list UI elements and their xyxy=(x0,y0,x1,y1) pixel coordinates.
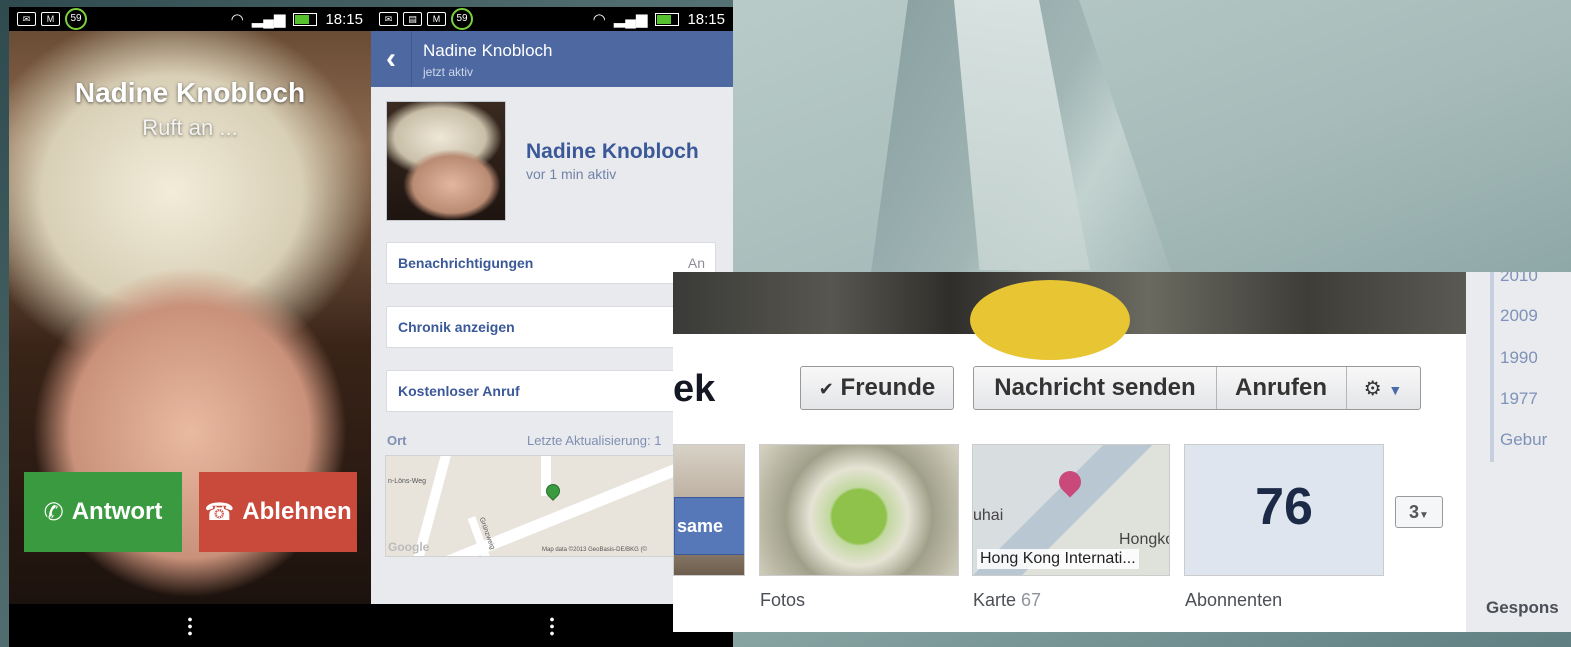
status-bar: ✉ ▤ M 59 ◠ ▂▄▆ 18:15 xyxy=(371,7,733,31)
map-caption-label: Karte xyxy=(973,590,1017,610)
wifi-icon: ◠ xyxy=(230,11,244,28)
decline-button[interactable]: ☎ Ablehnen xyxy=(199,472,357,552)
check-icon: ✔ xyxy=(818,379,834,399)
mail-icon: M xyxy=(427,12,446,26)
photos-thumbnail[interactable] xyxy=(759,444,959,576)
more-apps-button[interactable]: 3▼ xyxy=(1395,496,1443,528)
map-place-left: uhai xyxy=(973,507,1004,524)
profile-name: Nadine Knobloch xyxy=(526,140,699,163)
row-label: Benachrichtigungen xyxy=(398,255,534,271)
notification-icon: ✉ xyxy=(379,12,398,26)
battery-badge: 59 xyxy=(451,8,473,30)
caller-name: Nadine Knobloch xyxy=(74,77,306,108)
map-caption[interactable]: Karte 67 xyxy=(973,590,1041,611)
settings-dropdown[interactable]: ⚙ ▼ xyxy=(1346,367,1420,409)
chevron-down-icon: ▼ xyxy=(1388,382,1403,398)
people-thumbnail[interactable]: same xyxy=(673,444,745,576)
notifications-row[interactable]: Benachrichtigungen An xyxy=(386,242,716,284)
notification-icon: ✉ xyxy=(17,12,36,26)
map-credit: Map data ©2013 GeoBasis-DE/BKG (© xyxy=(542,547,647,553)
send-message-button[interactable]: Nachricht senden xyxy=(974,367,1217,409)
year-link[interactable]: 2009 xyxy=(1500,306,1538,326)
clock: 18:15 xyxy=(687,10,725,28)
battery-icon xyxy=(293,12,318,26)
google-logo: Google xyxy=(388,540,430,554)
answer-label: Antwort xyxy=(71,498,163,525)
gear-icon: ⚙ xyxy=(1363,378,1382,400)
cover-yellow-object xyxy=(970,280,1130,360)
decline-label: Ablehnen xyxy=(242,498,352,525)
call-label: Anrufen xyxy=(1235,374,1327,401)
facebook-profile-panel: ek ✔ Freunde Nachricht senden Anrufen ⚙ … xyxy=(673,272,1466,632)
phone-icon: ✆ xyxy=(43,498,64,526)
battery-icon xyxy=(655,12,680,26)
answer-button[interactable]: ✆ Antwort xyxy=(24,472,182,552)
year-link[interactable]: 1977 xyxy=(1500,389,1538,409)
timeline-years: 2010 2009 1990 1977 Gebur Gespons xyxy=(1466,272,1571,632)
hang-up-icon: ☎ xyxy=(204,498,235,526)
location-update: Letzte Aktualisierung: 1 xyxy=(527,433,662,448)
sponsored-label: Gespons xyxy=(1486,598,1559,617)
incoming-call-screen: ✉ M 59 ◠ ▂▄▆ 18:15 Nadine Knobloch Ruft … xyxy=(9,7,371,647)
clock: 18:15 xyxy=(325,10,363,28)
map-place-right: Hongko xyxy=(1119,531,1170,548)
subscribers-count: 76 xyxy=(1255,478,1313,536)
row-label: Kostenloser Anruf xyxy=(398,383,520,399)
year-link[interactable]: Gebur xyxy=(1500,430,1547,450)
map-caption-count: 67 xyxy=(1021,590,1042,610)
call-button[interactable]: Anrufen xyxy=(1216,367,1347,409)
map-pin-icon xyxy=(1054,466,1086,498)
year-link[interactable]: 2010 xyxy=(1500,272,1538,286)
send-message-label: Nachricht senden xyxy=(994,374,1196,401)
more-count: 3 xyxy=(1409,502,1420,522)
mail-icon: M xyxy=(41,12,60,26)
cover-photo xyxy=(673,272,1466,360)
free-call-row[interactable]: Kostenloser Anruf xyxy=(386,370,716,412)
caller-status: Ruft an ... xyxy=(142,115,238,140)
friends-label: Freunde xyxy=(840,374,936,401)
location-map[interactable]: n-Löns-Weg Grünzweig Google Map data ©20… xyxy=(385,455,717,557)
location-label: Ort xyxy=(387,433,407,448)
profile-status: vor 1 min aktiv xyxy=(526,166,617,182)
photos-caption[interactable]: Fotos xyxy=(760,590,805,611)
profile-action-group: Nachricht senden Anrufen ⚙ ▼ xyxy=(973,366,1421,410)
year-link[interactable]: 1990 xyxy=(1500,348,1538,368)
signal-icon: ▂▄▆ xyxy=(613,11,648,28)
battery-badge: 59 xyxy=(65,8,87,30)
wifi-icon: ◠ xyxy=(592,11,606,28)
timeline-bar xyxy=(1490,272,1494,462)
same-badge: same xyxy=(674,497,744,555)
gallery-icon: ▤ xyxy=(403,12,422,26)
header-subtitle: jetzt aktiv xyxy=(423,65,474,79)
map-label: Hong Kong Internati... xyxy=(977,549,1139,569)
friends-button[interactable]: ✔ Freunde xyxy=(800,366,954,410)
timeline-row[interactable]: Chronik anzeigen xyxy=(386,306,716,348)
profile-picture[interactable] xyxy=(386,101,506,221)
header-title: Nadine Knobloch xyxy=(423,41,553,60)
status-bar: ✉ M 59 ◠ ▂▄▆ 18:15 xyxy=(9,7,371,31)
back-arrow-icon[interactable]: ‹ xyxy=(371,31,412,87)
profile-name-fragment: ek xyxy=(673,368,716,410)
chevron-down-icon: ▼ xyxy=(1419,510,1429,521)
menu-icon[interactable] xyxy=(550,616,554,636)
nav-bar xyxy=(9,604,371,647)
map-street-label: n-Löns-Weg xyxy=(388,478,427,485)
subscribers-caption[interactable]: Abonnenten xyxy=(1185,590,1282,611)
messenger-header: ‹ Nadine Knobloch jetzt aktiv xyxy=(371,31,733,87)
subscribers-thumbnail[interactable]: 76 xyxy=(1184,444,1384,576)
signal-icon: ▂▄▆ xyxy=(251,11,286,28)
map-thumbnail[interactable]: uhai Hongko Hong Kong Internati... xyxy=(972,444,1170,576)
row-label: Chronik anzeigen xyxy=(398,319,515,335)
menu-icon[interactable] xyxy=(188,616,192,636)
